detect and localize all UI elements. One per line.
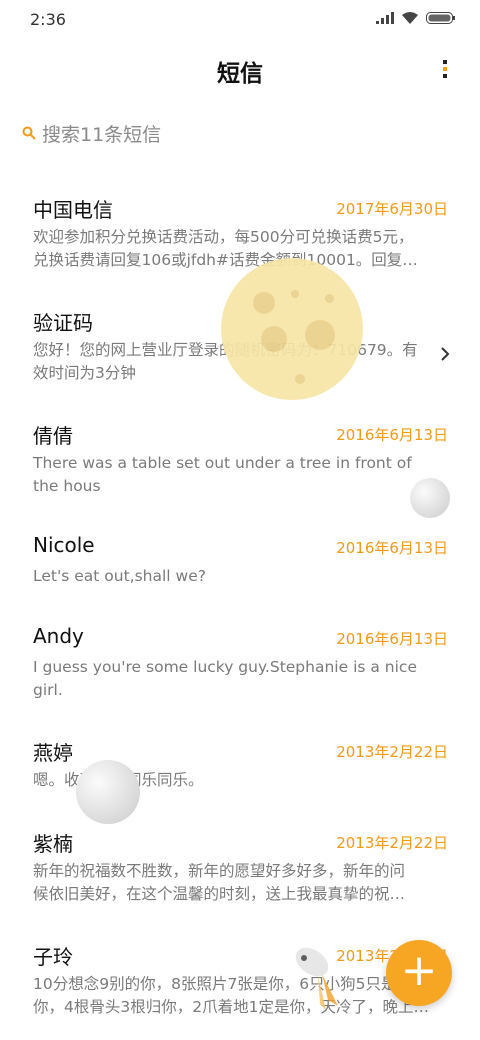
rocket-decoration <box>295 947 338 1010</box>
list-item[interactable]: Andy 2016年6月13日 I guess you're some luck… <box>0 608 480 720</box>
list-item[interactable]: 燕婷 2013年2月22日 嗯。收到啦。同乐同乐。 <box>0 721 480 811</box>
search-icon <box>22 126 36 140</box>
message-date: 2013年2月22日 <box>336 743 448 761</box>
message-date: 2016年6月13日 <box>336 539 448 557</box>
planet-decoration <box>410 478 450 518</box>
message-date: 2016年6月13日 <box>336 630 448 648</box>
sender-name: 中国电信 <box>33 198 113 222</box>
sender-name: 子玲 <box>33 945 73 969</box>
signal-icon <box>376 12 394 24</box>
status-bar: 2:36 <box>0 0 480 40</box>
message-preview: Let's eat out,shall we? <box>33 565 443 588</box>
preview-line: I guess you're some lucky guy.Stephanie … <box>33 658 417 676</box>
preview-line: 新年的祝福数不胜数，新年的愿望好多好多，新年的问 <box>33 862 406 880</box>
preview-line: Let's eat out,shall we? <box>33 567 206 585</box>
sender-name: 倩倩 <box>33 424 73 448</box>
message-preview: I guess you're some lucky guy.Stephanie … <box>33 656 443 702</box>
preview-line: 候依旧美好，在这个温馨的时刻，送上我最真挚的祝… <box>33 885 406 903</box>
preview-line: 10分想念9别的你，8张照片7张是你，6只小狗5只是 <box>33 975 397 993</box>
page-title: 短信 <box>217 61 263 87</box>
list-item[interactable]: 紫楠 2013年2月22日 新年的祝福数不胜数，新年的愿望好多好多，新年的问 候… <box>0 812 480 924</box>
chevron-right-icon[interactable] <box>440 347 450 361</box>
preview-line: There was a table set out under a tree i… <box>33 454 412 472</box>
sender-name: Andy <box>33 624 84 648</box>
sender-name: 燕婷 <box>33 741 73 765</box>
search-placeholder: 搜索11条短信 <box>42 123 162 146</box>
preview-line: 欢迎参加积分兑换话费活动，每500分可兑换话费5元， <box>33 228 414 246</box>
status-time: 2:36 <box>30 10 66 29</box>
wifi-icon <box>402 12 418 24</box>
list-item[interactable]: 中国电信 2017年6月30日 欢迎参加积分兑换话费活动，每500分可兑换话费5… <box>0 178 480 290</box>
message-preview: 新年的祝福数不胜数，新年的愿望好多好多，新年的问 候依旧美好，在这个温馨的时刻，… <box>33 860 443 906</box>
compose-button[interactable]: + <box>386 940 452 1006</box>
preview-line: girl. <box>33 681 63 699</box>
preview-line: the hous <box>33 477 101 495</box>
more-vertical-icon[interactable] <box>440 60 450 84</box>
moon-decoration <box>221 258 363 400</box>
sender-name: 紫楠 <box>33 832 73 856</box>
message-preview: 10分想念9别的你，8张照片7张是你，6只小狗5只是 你，4根骨头3根归你，2爪… <box>33 973 443 1019</box>
preview-line: 你，4根骨头3根归你，2爪着地1定是你，天冷了，晚上… <box>33 998 429 1016</box>
plus-icon: + <box>400 945 438 996</box>
sender-name: 验证码 <box>33 311 93 335</box>
message-preview: There was a table set out under a tree i… <box>33 452 443 498</box>
battery-icon <box>426 12 455 24</box>
message-date: 2013年2月22日 <box>336 834 448 852</box>
search-input[interactable]: 搜索11条短信 <box>22 118 452 148</box>
list-item[interactable]: 倩倩 2016年6月13日 There was a table set out … <box>0 404 480 516</box>
preview-line: 兑换话费请回复106或jfdh#话费金额到10001。回复… <box>33 251 418 269</box>
message-date: 2016年6月13日 <box>336 426 448 444</box>
sender-name: Nicole <box>33 533 95 557</box>
title-bar: 短信 <box>0 48 480 92</box>
planet-decoration <box>76 760 140 824</box>
message-date: 2017年6月30日 <box>336 200 448 218</box>
status-icons <box>376 12 456 24</box>
list-item[interactable]: Nicole 2016年6月13日 Let's eat out,shall we… <box>0 517 480 607</box>
message-preview: 欢迎参加积分兑换话费活动，每500分可兑换话费5元， 兑换话费请回复106或jf… <box>33 226 443 272</box>
